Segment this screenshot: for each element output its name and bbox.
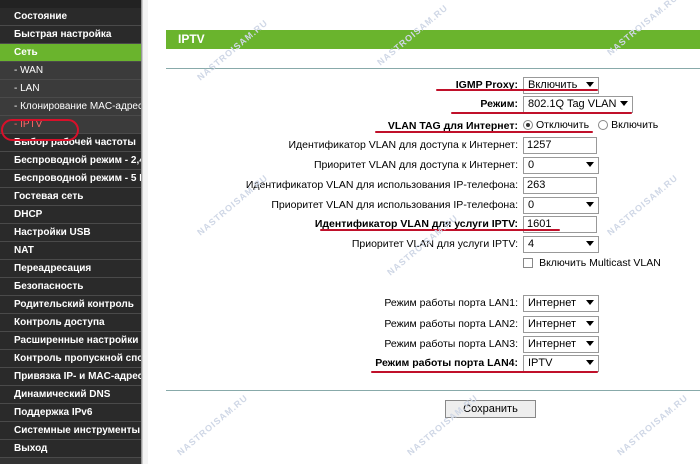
iptv-vlan-prio-value: 4: [528, 238, 535, 250]
internet-vlan-id-input[interactable]: 1257: [523, 137, 597, 154]
lan2-value: Интернет: [528, 318, 576, 330]
lan3-select[interactable]: Интернет: [523, 336, 599, 353]
main-panel: IPTV IGMP Proxy: Включить Режим: 802.1Q …: [148, 0, 700, 464]
divider: [166, 68, 700, 69]
sidebar-item-контроль-пропускной-способности[interactable]: Контроль пропускной способности: [0, 350, 141, 368]
iptv-vlan-prio-row: Приоритет VLAN для услуги IPTV: 4: [148, 236, 700, 254]
lan1-label: Режим работы порта LAN1:: [384, 297, 518, 309]
igmp-proxy-row: IGMP Proxy: Включить: [148, 77, 700, 95]
internet-vlan-prio-select[interactable]: 0: [523, 157, 599, 174]
sidebar-top-gap: [0, 0, 141, 8]
save-button[interactable]: Сохранить: [445, 400, 536, 418]
vlan-tag-off-label: Отключить: [536, 119, 590, 132]
divider: [166, 390, 700, 391]
lan3-label: Режим работы порта LAN3:: [384, 338, 518, 350]
phone-vlan-prio-row: Приоритет VLAN для использования IP-теле…: [148, 197, 700, 215]
phone-vlan-prio-select[interactable]: 0: [523, 197, 599, 214]
multicast-checkbox[interactable]: [523, 258, 533, 269]
sidebar-item-гостевая-сеть[interactable]: Гостевая сеть: [0, 188, 141, 206]
vlan-tag-underline: [375, 131, 593, 133]
sidebar-item-выход[interactable]: Выход: [0, 440, 141, 458]
watermark-text: NASTROISAM.RU: [615, 392, 690, 458]
sidebar-item-родительский-контроль[interactable]: Родительский контроль: [0, 296, 141, 314]
mode-label: Режим:: [480, 98, 518, 110]
sidebar-item-переадресация[interactable]: Переадресация: [0, 260, 141, 278]
sidebar-item-расширенные-настройки-маршрутизации[interactable]: Расширенные настройки маршрутизации: [0, 332, 141, 350]
sidebar-item-контроль-доступа[interactable]: Контроль доступа: [0, 314, 141, 332]
lan2-label: Режим работы порта LAN2:: [384, 318, 518, 330]
chevron-down-icon: [586, 202, 594, 207]
vlan-tag-row: VLAN TAG для Интернет: Отключить Включит…: [148, 118, 700, 136]
sidebar-item-поддержка-ipv6[interactable]: Поддержка IPv6: [0, 404, 141, 422]
lan2-row: Режим работы порта LAN2: Интернет: [148, 316, 700, 334]
multicast-label: Включить Multicast VLAN: [539, 257, 661, 270]
sidebar: Состояние Быстрая настройка Сеть - WAN - LAN…: [0, 0, 142, 464]
multicast-group: Включить Multicast VLAN: [523, 257, 667, 269]
lan1-select[interactable]: Интернет: [523, 295, 599, 312]
watermark-text: NASTROISAM.RU: [175, 392, 250, 458]
chevron-down-icon: [586, 321, 594, 326]
iptv-vlan-prio-label: Приоритет VLAN для услуги IPTV:: [351, 238, 518, 250]
sidebar-item-сеть[interactable]: Сеть: [0, 44, 141, 62]
lan1-value: Интернет: [528, 297, 576, 309]
chevron-down-icon: [586, 162, 594, 167]
chevron-down-icon: [586, 82, 594, 87]
mode-select[interactable]: 802.1Q Tag VLAN: [523, 96, 633, 113]
internet-vlan-prio-label: Приоритет VLAN для доступа к Интернет:: [314, 159, 518, 171]
sidebar-item-wan[interactable]: - WAN: [0, 62, 141, 80]
iptv-vlan-id-underline: [320, 229, 560, 231]
sidebar-item-системные-инструменты[interactable]: Системные инструменты: [0, 422, 141, 440]
lan3-row: Режим работы порта LAN3: Интернет: [148, 336, 700, 354]
chevron-down-icon: [620, 101, 628, 106]
chevron-down-icon: [586, 300, 594, 305]
vlan-tag-off-radio[interactable]: [523, 120, 533, 131]
vlan-tag-radio-group: Отключить Включить: [523, 119, 664, 131]
chevron-down-icon: [586, 360, 594, 365]
mode-value: 802.1Q Tag VLAN: [528, 98, 617, 110]
sidebar-item-nat[interactable]: NAT: [0, 242, 141, 260]
sidebar-item-безопасность[interactable]: Безопасность: [0, 278, 141, 296]
chevron-down-icon: [586, 341, 594, 346]
multicast-row: Включить Multicast VLAN: [148, 257, 700, 275]
watermark-text: NASTROISAM.RU: [195, 17, 270, 83]
lan1-row: Режим работы порта LAN1: Интернет: [148, 295, 700, 313]
sidebar-item-беспроводной-режим-5-ггц[interactable]: Беспроводной режим - 5 ГГц: [0, 170, 141, 188]
iptv-vlan-prio-select[interactable]: 4: [523, 236, 599, 253]
sidebar-item-клонирование-mac-адреса[interactable]: - Клонирование MAC-адреса: [0, 98, 141, 116]
sidebar-item-динамический-dns[interactable]: Динамический DNS: [0, 386, 141, 404]
mode-underline: [451, 112, 632, 114]
internet-vlan-prio-row: Приоритет VLAN для доступа к Интернет: 0: [148, 157, 700, 175]
lan2-select[interactable]: Интернет: [523, 316, 599, 333]
phone-vlan-id-input[interactable]: 263: [523, 177, 597, 194]
chevron-down-icon: [586, 241, 594, 246]
lan4-label: Режим работы порта LAN4:: [375, 357, 518, 369]
phone-vlan-prio-value: 0: [528, 199, 535, 211]
sidebar-item-lan[interactable]: - LAN: [0, 80, 141, 98]
internet-vlan-id-label: Идентификатор VLAN для доступа к Интерне…: [288, 139, 519, 151]
sidebar-item-состояние[interactable]: Состояние: [0, 8, 141, 26]
iptv-vlan-id-row: Идентификатор VLAN для услуги IPTV: 1601: [148, 216, 700, 234]
iptv-callout-highlight: [1, 119, 79, 141]
sidebar-item-быстрая-настройка[interactable]: Быстрая настройка: [0, 26, 141, 44]
internet-vlan-prio-value: 0: [528, 159, 535, 171]
vlan-tag-on-label: Включить: [611, 119, 659, 132]
igmp-proxy-select[interactable]: Включить: [523, 77, 599, 94]
sidebar-menu: Состояние Быстрая настройка Сеть - WAN - LAN…: [0, 8, 141, 458]
sidebar-item-беспроводной-режим-2-4-ггц[interactable]: Беспроводной режим - 2,4 ГГц: [0, 152, 141, 170]
igmp-underline: [436, 89, 598, 91]
lan3-value: Интернет: [528, 338, 576, 350]
phone-vlan-prio-label: Приоритет VLAN для использования IP-теле…: [271, 199, 518, 211]
phone-vlan-id-label: Идентификатор VLAN для использования IP-…: [245, 179, 518, 191]
lan4-underline: [371, 371, 598, 373]
vlan-tag-on-radio[interactable]: [598, 120, 609, 131]
lan4-select[interactable]: IPTV: [523, 355, 599, 372]
sidebar-item-привязка-ip-и-mac-адресов[interactable]: Привязка IP- и MAC-адресов: [0, 368, 141, 386]
internet-vlan-id-row: Идентификатор VLAN для доступа к Интерне…: [148, 137, 700, 155]
lan4-value: IPTV: [528, 357, 553, 369]
phone-vlan-id-row: Идентификатор VLAN для использования IP-…: [148, 177, 700, 195]
sidebar-item-dhcp[interactable]: DHCP: [0, 206, 141, 224]
page-title: IPTV: [166, 30, 700, 49]
sidebar-item-настройки-usb[interactable]: Настройки USB: [0, 224, 141, 242]
